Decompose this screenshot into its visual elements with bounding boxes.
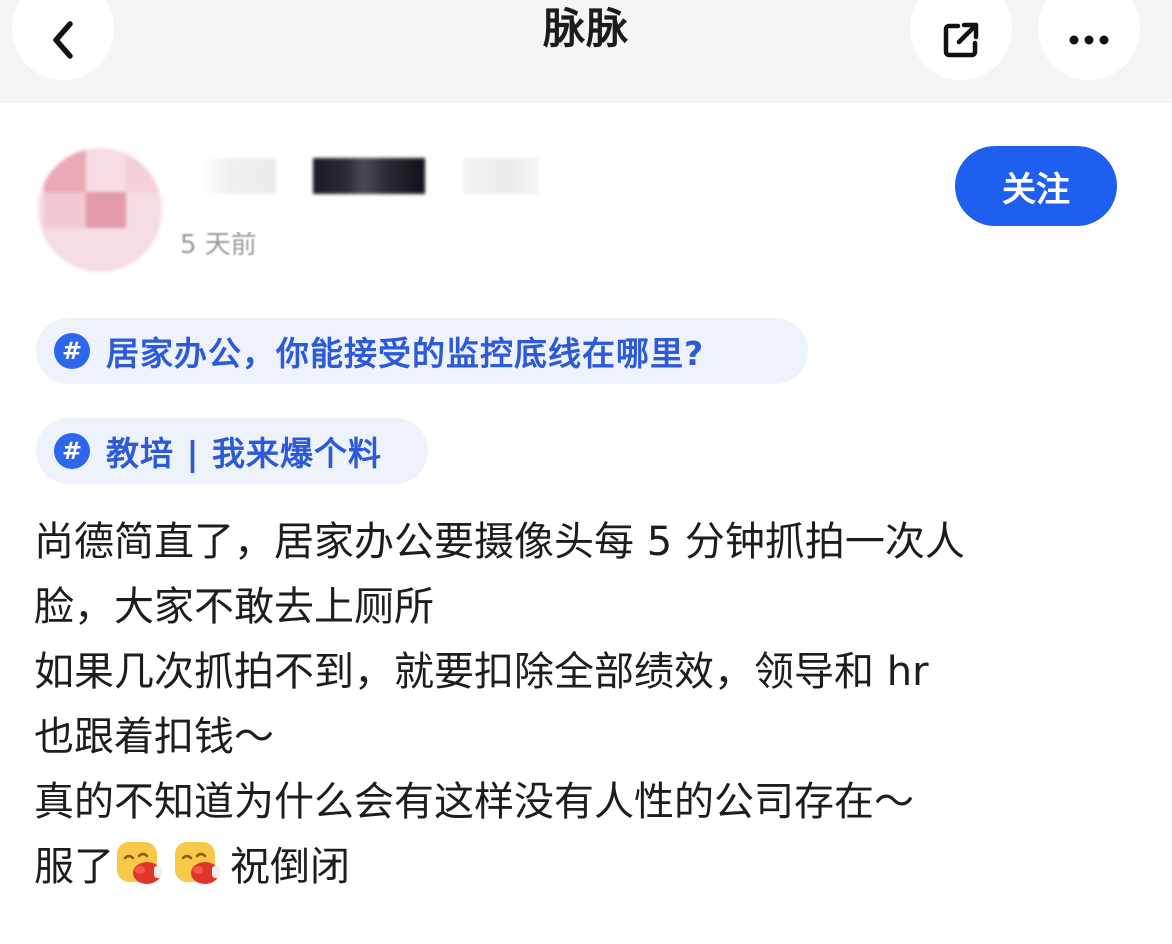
author-name-redacted	[200, 158, 276, 194]
post-text-segment: 祝倒闭	[230, 844, 350, 890]
topic-tag[interactable]: # 教培 | 我来爆个料	[36, 418, 428, 484]
hashtag-icon: #	[54, 433, 90, 469]
post-page: 脉脉 5 天前 关注 # 居家办公，你能接受的监控底线在哪里? # 教培 | 我…	[0, 0, 1172, 944]
post-text-line: 真的不知道为什么会有这样没有人性的公司存在～	[34, 779, 914, 825]
topic-tag-label: 教培 | 我来爆个料	[106, 434, 383, 473]
post-text-line: 也跟着扣钱～	[34, 714, 274, 760]
post-content: 尚德简直了，居家办公要摄像头每 5 分钟抓拍一次人 脸，大家不敢去上厕所 如果几…	[34, 510, 1144, 900]
more-horizontal-icon	[1069, 35, 1109, 45]
post-text-segment: 服了	[34, 844, 114, 890]
post-text-line: 如果几次抓拍不到，就要扣除全部绩效，领导和 hr	[34, 649, 929, 695]
topic-tag-label: 居家办公，你能接受的监控底线在哪里?	[106, 334, 705, 373]
external-link-icon	[943, 22, 979, 58]
top-navigation-bar: 脉脉	[0, 0, 1172, 103]
topic-tag[interactable]: # 居家办公，你能接受的监控底线在哪里?	[36, 318, 808, 384]
post-text-line: 尚德简直了，居家办公要摄像头每 5 分钟抓拍一次人	[34, 519, 965, 565]
share-button[interactable]	[910, 0, 1012, 80]
author-title-redacted	[463, 158, 539, 194]
post-time: 5 天前	[180, 230, 257, 260]
author-company-redacted	[313, 158, 425, 194]
more-button[interactable]	[1038, 0, 1140, 80]
post-text-line: 脸，大家不敢去上厕所	[34, 584, 434, 630]
boxing-glove-emoji-icon	[114, 838, 164, 888]
post-text-line: 服了 祝倒闭	[34, 835, 1144, 900]
boxing-glove-emoji-icon	[172, 838, 222, 888]
author-avatar[interactable]	[38, 148, 162, 272]
hashtag-icon: #	[54, 333, 90, 369]
follow-button[interactable]: 关注	[955, 146, 1117, 226]
